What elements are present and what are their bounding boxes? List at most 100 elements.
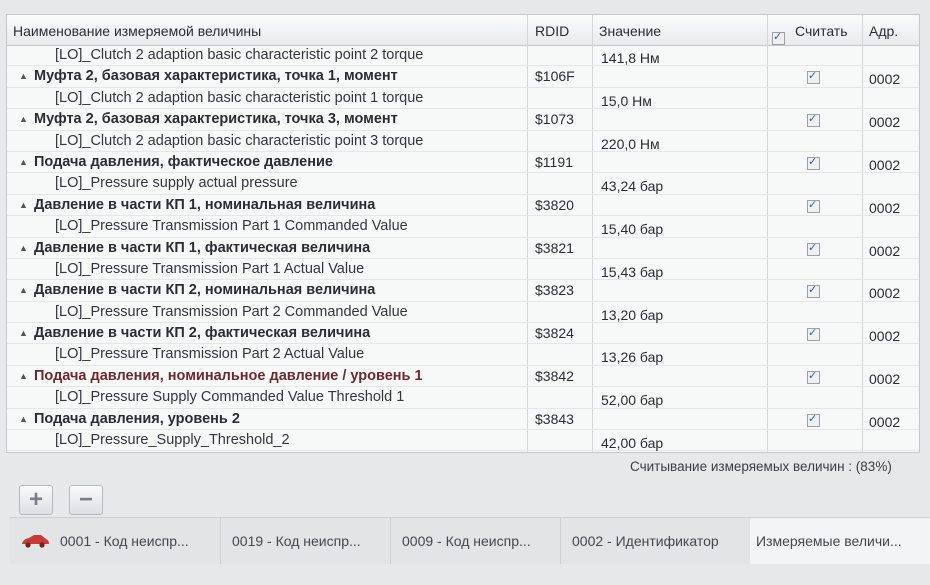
row-value: 15,40 бар [601,221,664,238]
row-address: 0002 [869,328,901,345]
row-address: 0002 [869,114,901,131]
row-value: 15,0 Нм [601,92,652,109]
row-address: 0002 [869,285,901,302]
table-row[interactable]: [LO]_Pressure Transmission Part 2 Actual… [7,344,919,366]
table-row-group[interactable]: ▲ Давление в части КП 2, фактическая вели… [7,323,919,345]
read-checkbox[interactable] [807,412,820,430]
table-body: [LO]_Clutch 2 adaption basic characteris… [7,45,919,452]
status-text: Считывание измеряемых величин : (83%) [630,459,892,474]
row-value: 13,26 бар [601,349,664,366]
read-checkbox[interactable] [807,283,820,301]
table-row-group[interactable]: ▲ Муфта 2, базовая характеристика, точка … [7,66,919,88]
table-row[interactable]: [LO]_Pressure Transmission Part 1 Actual… [7,259,919,281]
row-label: Подача давления, номинальное давление / … [34,367,423,384]
table-row[interactable]: [LO]_Clutch 2 adaption basic characteris… [7,45,919,67]
row-rdid: $1191 [535,153,573,170]
row-label: [LO]_Pressure Supply Commanded Value Thr… [55,389,405,406]
header-rdid[interactable]: RDID [535,23,569,39]
row-label: [LO]_Pressure Transmission Part 1 Actual… [55,260,365,277]
row-value: 220,0 Нм [601,135,660,152]
tab-fault-0001[interactable]: 0001 - Код неиспр... [10,518,221,564]
collapse-triangle-icon[interactable]: ▲ [19,328,28,338]
tab-measured-values[interactable]: Измеряемые величи... [750,518,930,564]
collapse-triangle-icon[interactable]: ▲ [19,157,28,167]
collapse-triangle-icon[interactable]: ▲ [19,414,28,424]
row-label: [LO]_Pressure_Supply_Threshold_2 [55,432,290,449]
row-label: Муфта 2, базовая характеристика, точка 3… [34,111,398,128]
table-row-group[interactable]: ▲ Давление в части КП 1, фактическая вели… [7,238,919,259]
car-icon [22,535,49,548]
collapse-triangle-icon[interactable]: ▲ [19,371,28,381]
read-checkbox[interactable] [807,69,820,87]
row-rdid: $106F [535,68,575,85]
tab-label: 0009 - Код неиспр... [402,533,531,549]
row-address: 0002 [869,199,901,216]
tab-fault-0019[interactable]: 0019 - Код неиспр... [220,518,391,564]
collapse-triangle-icon[interactable]: ▲ [19,243,28,253]
row-rdid: $3842 [535,367,574,384]
header-read[interactable]: Считать [795,23,848,39]
header-name[interactable]: Наименование измеряемой величины [13,23,261,39]
row-address: 0002 [869,242,901,259]
tab-label: 0002 - Идентификатор [572,533,719,549]
row-address: 0002 [869,370,901,387]
table-row-group[interactable]: ▲ Давление в части КП 2, номинальная вели… [7,280,919,302]
row-label: Муфта 2, базовая характеристика, точка 1… [34,68,398,85]
row-value: 141,8 Нм [601,50,660,66]
row-rdid: $3821 [535,239,574,256]
table-row[interactable]: [LO]_Pressure Transmission Part 2 Comman… [7,302,919,324]
row-label: [LO]_Pressure Transmission Part 2 Actual… [55,346,365,363]
collapse-triangle-icon[interactable]: ▲ [19,71,28,81]
header-addr[interactable]: Адр. [869,23,898,39]
row-label: Давление в части КП 2, фактическая велич… [34,325,371,342]
collapse-triangle-icon[interactable]: ▲ [19,200,28,210]
table-row-group[interactable]: ▲ Подача давления, фактическое давление $1… [7,152,919,174]
table-row-group[interactable]: ▲ Подача давления, номинальное давление /… [7,366,919,388]
collapse-triangle-icon[interactable]: ▲ [19,114,28,124]
row-label: [LO]_Clutch 2 adaption basic characteris… [55,132,424,149]
tab-identifier-0002[interactable]: 0002 - Идентификатор [560,518,751,564]
row-value: 43,24 бар [601,178,664,195]
read-checkbox[interactable] [807,155,820,173]
row-value: 52,00 бар [601,392,664,409]
table-row[interactable]: [LO]_Pressure_Supply_Threshold_2 42,00 ба… [7,430,919,452]
row-rdid: $1073 [535,111,574,128]
row-rdid: $3843 [535,410,574,427]
row-value: 13,20 бар [601,306,664,323]
row-label: [LO]_Clutch 2 adaption basic characteris… [55,47,424,63]
remove-button[interactable]: − [69,485,103,515]
tab-label: Измеряемые величи... [756,533,902,549]
row-label: [LO]_Pressure Transmission Part 2 Comman… [55,303,408,320]
tab-bar: 0001 - Код неиспр... 0019 - Код неиспр..… [10,517,930,564]
row-rdid: $3820 [535,196,574,213]
header-value[interactable]: Значение [599,23,661,39]
read-checkbox[interactable] [807,241,820,259]
table-row-group[interactable]: ▲ Муфта 2, базовая характеристика, точка … [7,109,919,131]
read-checkbox[interactable] [807,326,820,344]
row-address: 0002 [869,156,901,173]
tab-fault-0009[interactable]: 0009 - Код неиспр... [390,518,561,564]
table-row-group[interactable]: ▲ Подача давления, уровень 2 $3843 0002 [7,409,919,431]
row-rdid: $3823 [535,282,574,299]
table-row[interactable]: [LO]_Pressure Supply Commanded Value Thr… [7,387,919,409]
table-header: Наименование измеряемой величины RDID Зн… [7,15,919,46]
read-checkbox[interactable] [807,198,820,216]
table-row[interactable]: [LO]_Pressure supply actual pressure 43,2… [7,173,919,195]
row-label: [LO]_Pressure Transmission Part 1 Comman… [55,218,408,235]
row-label: Давление в части КП 1, фактическая велич… [34,239,371,256]
read-checkbox[interactable] [807,112,820,130]
measured-values-panel: Наименование измеряемой величины RDID Зн… [6,14,920,453]
table-row[interactable]: [LO]_Clutch 2 adaption basic characteris… [7,131,919,152]
row-value: 42,00 бар [601,435,664,452]
add-button[interactable]: + [19,485,53,515]
table-row[interactable]: [LO]_Pressure Transmission Part 1 Comman… [7,216,919,238]
collapse-triangle-icon[interactable]: ▲ [19,285,28,295]
table-row[interactable]: [LO]_Clutch 2 adaption basic characteris… [7,88,919,110]
tab-label: 0001 - Код неиспр... [60,533,189,549]
read-checkbox[interactable] [807,369,820,387]
row-label: Давление в части КП 2, номинальная велич… [34,282,376,299]
row-label: [LO]_Clutch 2 adaption basic characteris… [55,89,424,106]
row-value: 15,43 бар [601,263,664,280]
table-row-group[interactable]: ▲ Давление в части КП 1, номинальная вели… [7,195,919,217]
row-label: [LO]_Pressure supply actual pressure [55,175,298,192]
